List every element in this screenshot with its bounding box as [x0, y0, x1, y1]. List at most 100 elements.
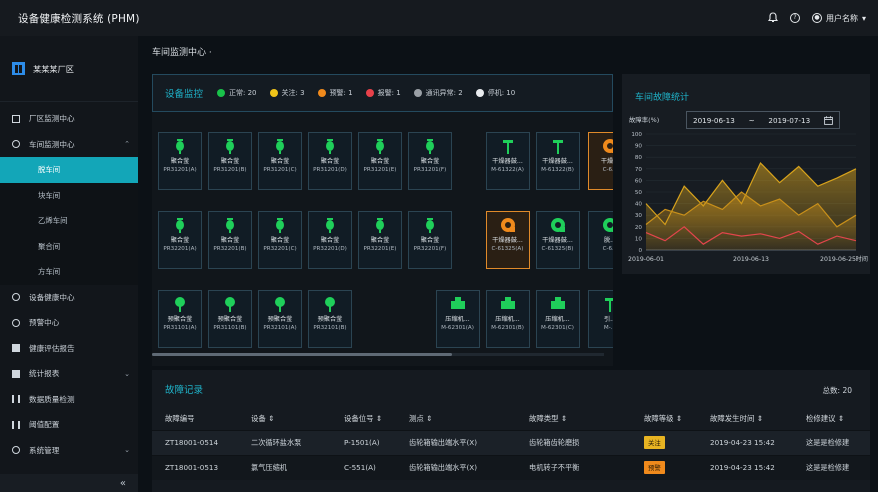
- sidebar-item-label: 车间监测中心: [29, 139, 75, 149]
- sidebar-item[interactable]: 预警中心: [0, 310, 138, 336]
- device-monitor-panel: 设备监控 正常: 20 关注: 3 预警: 1 报警: 1 通讯异常: 2 停机: 10 …: [152, 74, 613, 366]
- collapse-sidebar-button[interactable]: «: [0, 474, 138, 492]
- y-tick-label: 10: [635, 236, 643, 242]
- reactor-icon: [226, 139, 234, 154]
- column-header[interactable]: 故障等级 ⇕: [631, 408, 697, 430]
- table-cell: 2019-04-23 15:42: [697, 429, 793, 455]
- device-code: PR32201(A): [163, 246, 197, 252]
- device-card[interactable]: 聚合釜 PR31201(D): [308, 132, 352, 190]
- device-card[interactable]: 干燥器鼓... C-61325(B): [535, 211, 580, 269]
- device-card[interactable]: 预聚合釜 PR31101(A): [158, 290, 202, 348]
- sidebar-item[interactable]: 车间监测中心 ⌃: [0, 132, 138, 158]
- sidebar-item[interactable]: 统计报表 ⌄: [0, 361, 138, 387]
- column-header[interactable]: 故障编号: [152, 408, 238, 430]
- device-card[interactable]: 干燥器鼓... M-61322(A): [485, 132, 530, 190]
- y-tick-label: 60: [635, 178, 643, 184]
- device-name: 聚合釜: [420, 158, 440, 165]
- device-card[interactable]: 预聚合釜 PR31101(B): [208, 290, 252, 348]
- device-card[interactable]: 聚合釜 PR32201(C): [258, 211, 302, 269]
- sidebar-subitem[interactable]: 方车间: [0, 259, 138, 285]
- device-code: PR32201(C): [263, 246, 297, 252]
- table-cell: 电机转子不平衡: [516, 454, 631, 480]
- device-card[interactable]: 聚合釜 PR32201(D): [308, 211, 352, 269]
- column-header[interactable]: 设备 ⇕: [238, 408, 331, 430]
- user-menu[interactable]: ● 用户名称 ▾: [811, 13, 866, 24]
- y-tick-label: 30: [635, 213, 643, 219]
- horizontal-scrollbar[interactable]: [152, 353, 604, 356]
- device-code: PR31101(B): [213, 325, 247, 331]
- faults-total: 总数: 20: [822, 386, 852, 395]
- table-row[interactable]: ZT18001-0514 二次循环盐水泵 P-1501(A) 齿轮箱输出端水平(X) 齿…: [152, 429, 870, 455]
- device-name: 聚合釜: [170, 237, 190, 244]
- sidebar-subitem[interactable]: 脱车间: [0, 157, 138, 183]
- table-row[interactable]: ZT18001-0513 氯气压缩机 C-551(A) 齿轮箱输出端水平(X) 电机转子…: [152, 454, 870, 480]
- device-card[interactable]: 聚合釜 PR31201(E): [358, 132, 402, 190]
- device-card[interactable]: 压缩机... M-62301(A): [435, 290, 480, 348]
- sidebar-item[interactable]: 设备健康中心: [0, 285, 138, 311]
- device-card[interactable]: 聚合釜 PR32201(B): [208, 211, 252, 269]
- device-card[interactable]: 聚合釜 PR32201(A): [158, 211, 202, 269]
- device-card[interactable]: 干燥器鼓... C-61325(A): [485, 211, 530, 269]
- legend-item: 预警: 1: [317, 88, 353, 98]
- sidebar-subitem[interactable]: 块车间: [0, 182, 138, 208]
- device-card[interactable]: 干燥... C-6...: [588, 132, 613, 190]
- sidebar-subitem[interactable]: 聚合间: [0, 233, 138, 259]
- device-name: 聚合釜: [270, 237, 290, 244]
- sidebar-item[interactable]: 系统管理 ⌄: [0, 438, 138, 464]
- gear-icon: [12, 140, 20, 149]
- device-card[interactable]: 聚合釜 PR31201(B): [208, 132, 252, 190]
- report-icon: [12, 344, 20, 353]
- device-name: 干燥器鼓...: [542, 237, 573, 244]
- sidebar-item-label: 系统管理: [29, 445, 60, 455]
- fault-level-badge: 预警: [644, 461, 665, 475]
- sidebar-subitem[interactable]: 乙烯车间: [0, 208, 138, 234]
- device-name: 聚合釜: [370, 158, 390, 165]
- date-range-picker[interactable]: 2019-06-13 ~ 2019-07-13: [686, 111, 840, 129]
- page-title: 车间监测中心 ·: [152, 48, 212, 58]
- column-header[interactable]: 设备位号 ⇕: [331, 408, 396, 430]
- device-code: M-62301(C): [541, 325, 574, 331]
- help-icon[interactable]: ?: [789, 13, 800, 23]
- device-name: 干燥器鼓...: [542, 158, 573, 165]
- scrollbar-thumb[interactable]: [152, 353, 452, 356]
- device-name: 干燥...: [600, 158, 613, 165]
- pump-icon: [603, 139, 613, 153]
- device-code: M-...: [603, 325, 613, 331]
- reactor-icon: [276, 218, 284, 233]
- table-cell: 齿轮箱输出端水平(X): [396, 429, 516, 455]
- device-card[interactable]: 聚合釜 PR31201(F): [408, 132, 452, 190]
- device-card[interactable]: 预聚合釜 PR32101(B): [308, 290, 352, 348]
- device-card[interactable]: 引... M-...: [588, 290, 613, 348]
- device-code: PR31101(A): [163, 325, 197, 331]
- device-card[interactable]: 压缩机... M-62301(B): [485, 290, 530, 348]
- prereactor-icon: [325, 297, 335, 312]
- table-icon: [12, 369, 20, 378]
- device-card[interactable]: 预聚合釜 PR32101(A): [258, 290, 302, 348]
- device-code: PR32201(B): [213, 246, 247, 252]
- column-header[interactable]: 检修建议 ⇕: [793, 408, 870, 430]
- device-code: M-62301(A): [441, 325, 474, 331]
- fan-icon: [502, 140, 513, 154]
- table-cell: 氯气压缩机: [238, 454, 331, 480]
- device-code: PR32201(E): [363, 246, 397, 252]
- column-header[interactable]: 测点 ⇕: [396, 408, 516, 430]
- column-header[interactable]: 故障类型 ⇕: [516, 408, 631, 430]
- reactor-icon: [376, 218, 384, 233]
- sidebar-item[interactable]: 阈值配置: [0, 412, 138, 438]
- device-card[interactable]: 聚合釜 PR32201(E): [358, 211, 402, 269]
- status-dot-icon: [317, 89, 326, 97]
- device-card[interactable]: 干燥器鼓... M-61322(B): [535, 132, 580, 190]
- bell-icon[interactable]: [767, 11, 779, 25]
- device-card[interactable]: 聚合釜 PR31201(A): [158, 132, 202, 190]
- device-card[interactable]: 聚合釜 PR31201(C): [258, 132, 302, 190]
- sidebar-item[interactable]: 数据质量检测: [0, 387, 138, 413]
- device-card[interactable]: 压缩机... M-62301(C): [535, 290, 580, 348]
- sidebar-item[interactable]: 健康评估报告: [0, 336, 138, 362]
- sidebar-item[interactable]: 厂区监测中心: [0, 106, 138, 132]
- device-card[interactable]: 脱... C-6...: [588, 211, 613, 269]
- plant-selector[interactable]: 某某某厂区: [0, 36, 138, 102]
- y-tick-label: 70: [635, 167, 643, 173]
- column-header[interactable]: 故障发生时间 ⇕: [697, 408, 793, 430]
- device-card[interactable]: 聚合釜 PR32201(F): [408, 211, 452, 269]
- chevron-down-icon: ⌄: [124, 369, 130, 378]
